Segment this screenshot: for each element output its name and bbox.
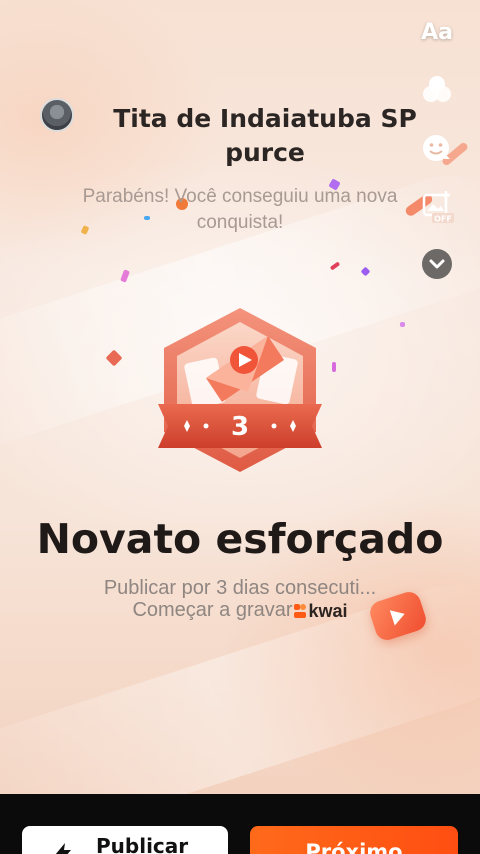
lightning-icon [55, 843, 71, 854]
publish-button[interactable]: Publicar [22, 826, 228, 854]
user-name: Tita de Indaiatuba SP purce [113, 104, 417, 167]
side-toolbar: Aa OFF [412, 14, 462, 282]
congrats-message: Parabéns! Você conseguiu uma nova conqui… [82, 186, 398, 233]
next-button[interactable]: Próximo [250, 826, 458, 854]
image-off-tool-button[interactable]: OFF [419, 188, 455, 224]
kwai-logo: kwai [293, 599, 348, 623]
sticker-tool-button[interactable] [419, 130, 455, 166]
confetti [400, 322, 405, 327]
filter-tool-button[interactable] [419, 72, 455, 108]
badge-icon: 3 [158, 308, 322, 472]
kwai-wordmark: kwai [308, 600, 348, 621]
kwai-mark-icon [293, 603, 306, 618]
sticker-smile-icon [423, 135, 450, 161]
text-tool-button[interactable]: Aa [419, 14, 455, 50]
badge-level: 3 [231, 412, 249, 442]
publish-label: Publicar [96, 834, 189, 854]
image-off-icon: OFF [422, 191, 454, 224]
chevron-down-icon [422, 249, 452, 279]
start-recording-label: Começar a gravar [132, 599, 293, 621]
svg-text:OFF: OFF [434, 215, 452, 224]
avatar[interactable] [40, 98, 74, 132]
achievement-badge: 3 [148, 300, 332, 480]
text-tool-label: Aa [421, 19, 453, 45]
bottom-bar: Publicar Próximo [0, 794, 480, 854]
achievement-screen: Tita de Indaiatuba SP purce Aa OFF Parab… [0, 0, 480, 794]
achievement-description: Publicar por 3 dias consecuti... [103, 577, 377, 599]
confetti [332, 362, 336, 372]
circles-icon [423, 76, 451, 102]
achievement-title: Novato esforçado [36, 515, 444, 563]
more-tools-button[interactable] [419, 246, 455, 282]
